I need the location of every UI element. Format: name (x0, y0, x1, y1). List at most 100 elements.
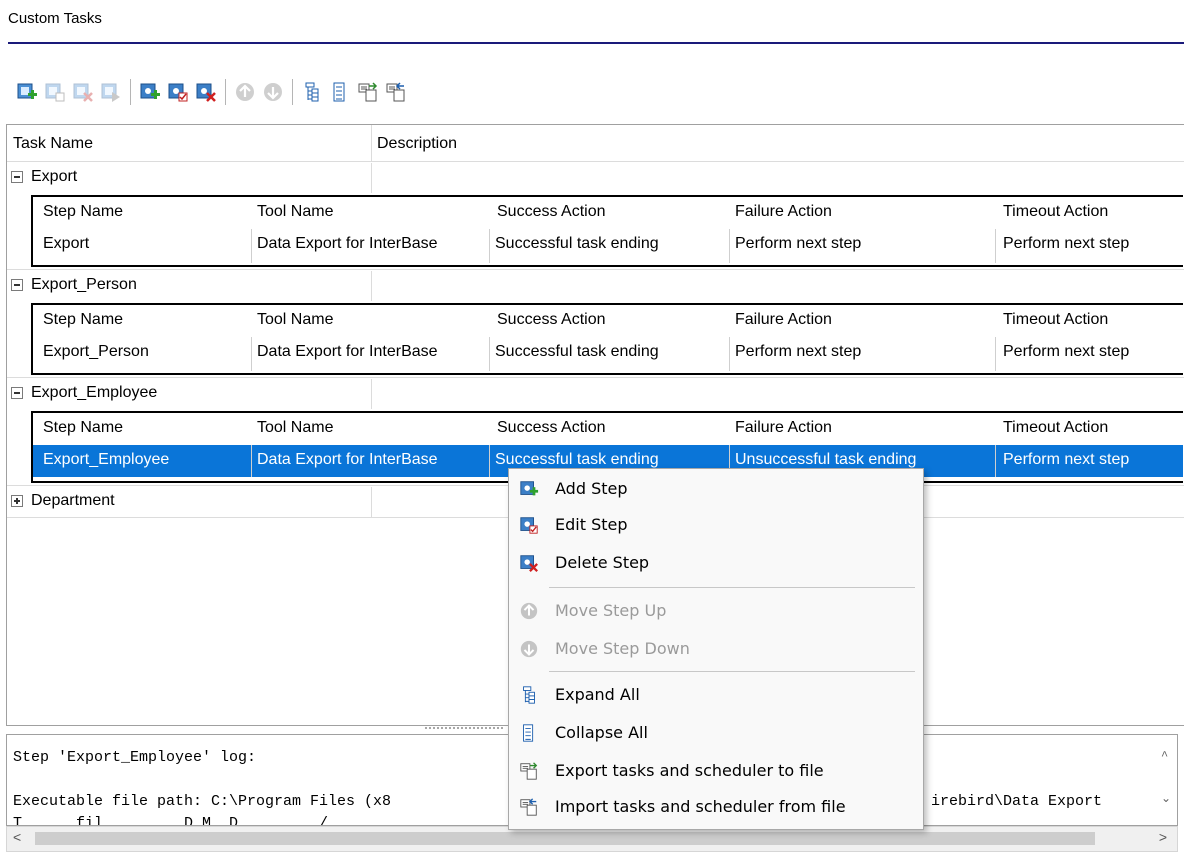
collapse-toggle-icon[interactable] (11, 279, 23, 291)
scroll-left-icon[interactable]: < (13, 829, 21, 845)
column-header-step-name[interactable]: Step Name (43, 311, 123, 329)
task-name: Export (31, 168, 78, 185)
menu-item-add-step[interactable]: Add Step (511, 471, 919, 507)
add-step-icon (140, 83, 160, 99)
run-task-button[interactable] (98, 78, 124, 106)
move-down-button[interactable] (260, 78, 286, 106)
step-name-cell: Export_Person (43, 343, 149, 360)
menu-item-collapse-all[interactable]: Collapse All (511, 715, 919, 751)
collapse-all-icon (333, 82, 345, 102)
steps-header-row: Step Name Tool Name Success Action Failu… (33, 413, 1183, 445)
move-up-icon (520, 602, 538, 620)
tool-name-cell: Data Export for InterBase (257, 235, 438, 252)
menu-separator (549, 671, 915, 672)
export-file-icon (520, 762, 538, 780)
delete-step-button[interactable] (193, 78, 219, 106)
add-step-button[interactable] (137, 78, 163, 106)
task-name: Export_Person (31, 276, 137, 293)
task-row-export[interactable]: Export (7, 163, 1184, 193)
log-line-tail: irebird\Data Export (931, 793, 1103, 810)
task-row-export-employee[interactable]: Export_Employee (7, 379, 1184, 409)
task-row-export-person[interactable]: Export_Person (7, 271, 1184, 301)
column-header-tool-name[interactable]: Tool Name (257, 203, 333, 221)
scroll-right-icon[interactable]: > (1159, 829, 1167, 845)
menu-item-move-step-down[interactable]: Move Step Down (511, 631, 919, 667)
edit-step-button[interactable] (165, 78, 191, 106)
delete-task-button[interactable] (70, 78, 96, 106)
collapse-toggle-icon[interactable] (11, 387, 23, 399)
toolbar (14, 76, 411, 108)
success-action-cell: Successful task ending (495, 451, 659, 468)
import-tasks-button[interactable] (383, 78, 409, 106)
column-header-failure-action[interactable]: Failure Action (735, 419, 832, 437)
edit-task-icon (45, 83, 65, 102)
move-down-icon (520, 640, 538, 658)
menu-item-delete-step[interactable]: Delete Step (511, 545, 919, 581)
success-action-cell: Successful task ending (495, 343, 659, 360)
add-task-button[interactable] (14, 78, 40, 106)
column-header-tool-name[interactable]: Tool Name (257, 311, 333, 329)
failure-action-cell: Unsuccessful task ending (735, 451, 917, 468)
expand-all-icon (305, 82, 319, 102)
column-header-timeout-action[interactable]: Timeout Action (1003, 419, 1108, 437)
menu-item-expand-all[interactable]: Expand All (511, 677, 919, 713)
expand-toggle-icon[interactable] (11, 495, 23, 507)
delete-step-icon (520, 555, 538, 572)
import-file-icon (386, 82, 405, 102)
menu-item-move-step-up[interactable]: Move Step Up (511, 593, 919, 629)
column-header-failure-action[interactable]: Failure Action (735, 311, 832, 329)
steps-header-row: Step Name Tool Name Success Action Failu… (33, 305, 1183, 337)
task-name: Export_Employee (31, 384, 158, 401)
column-header-tool-name[interactable]: Tool Name (257, 419, 333, 437)
column-header-timeout-action[interactable]: Timeout Action (1003, 311, 1108, 329)
collapse-all-icon (523, 724, 534, 742)
tool-name-cell: Data Export for InterBase (257, 451, 438, 468)
column-header-success-action[interactable]: Success Action (497, 419, 606, 437)
expand-all-button[interactable] (299, 78, 325, 106)
menu-separator (549, 587, 915, 588)
column-header-task-name[interactable]: Task Name (13, 135, 93, 153)
column-header-timeout-action[interactable]: Timeout Action (1003, 203, 1108, 221)
column-header-success-action[interactable]: Success Action (497, 203, 606, 221)
step-row[interactable]: Export_Person Data Export for InterBase … (33, 337, 1183, 369)
log-line: Step 'Export_Employee' log: (13, 749, 257, 766)
log-line: T fil D M D / (13, 815, 329, 826)
log-line: Executable file path: C:\Program Files (… (13, 793, 392, 810)
context-menu: Add Step Edit Step Delete Step Move Step… (508, 468, 924, 830)
column-header-step-name[interactable]: Step Name (43, 203, 123, 221)
task-name: Department (31, 492, 115, 509)
splitter-handle[interactable] (424, 726, 504, 731)
delete-task-icon (73, 83, 93, 102)
steps-header-row: Step Name Tool Name Success Action Failu… (33, 197, 1183, 229)
menu-item-import-tasks[interactable]: Import tasks and scheduler from file (511, 789, 919, 825)
scrollbar-thumb[interactable] (35, 832, 1095, 845)
menu-item-export-tasks[interactable]: Export tasks and scheduler to file (511, 753, 919, 789)
toolbar-separator (130, 79, 131, 105)
column-header-success-action[interactable]: Success Action (497, 311, 606, 329)
scroll-up-icon[interactable]: ^ (1161, 749, 1168, 763)
column-header-failure-action[interactable]: Failure Action (735, 203, 832, 221)
step-row[interactable]: Export Data Export for InterBase Success… (33, 229, 1183, 261)
toolbar-separator (292, 79, 293, 105)
delete-step-icon (196, 83, 216, 102)
export-tasks-button[interactable] (355, 78, 381, 106)
column-header-step-name[interactable]: Step Name (43, 419, 123, 437)
move-up-button[interactable] (232, 78, 258, 106)
export-file-icon (358, 82, 378, 102)
column-header-description[interactable]: Description (377, 135, 457, 153)
collapse-toggle-icon[interactable] (11, 171, 23, 183)
collapse-all-button[interactable] (327, 78, 353, 106)
run-task-icon (101, 83, 120, 102)
steps-table-export-person: Step Name Tool Name Success Action Failu… (31, 303, 1183, 375)
vertical-scrollbar[interactable]: ^ ⌄ (1155, 735, 1177, 806)
import-file-icon (520, 798, 537, 816)
title-divider (8, 42, 1184, 44)
scroll-down-icon[interactable]: ⌄ (1161, 791, 1171, 806)
edit-task-button[interactable] (42, 78, 68, 106)
add-task-icon (17, 83, 37, 99)
failure-action-cell: Perform next step (735, 235, 862, 252)
edit-step-icon (520, 517, 538, 534)
success-action-cell: Successful task ending (495, 235, 659, 252)
menu-item-edit-step[interactable]: Edit Step (511, 507, 919, 543)
steps-table-export: Step Name Tool Name Success Action Failu… (31, 195, 1183, 267)
